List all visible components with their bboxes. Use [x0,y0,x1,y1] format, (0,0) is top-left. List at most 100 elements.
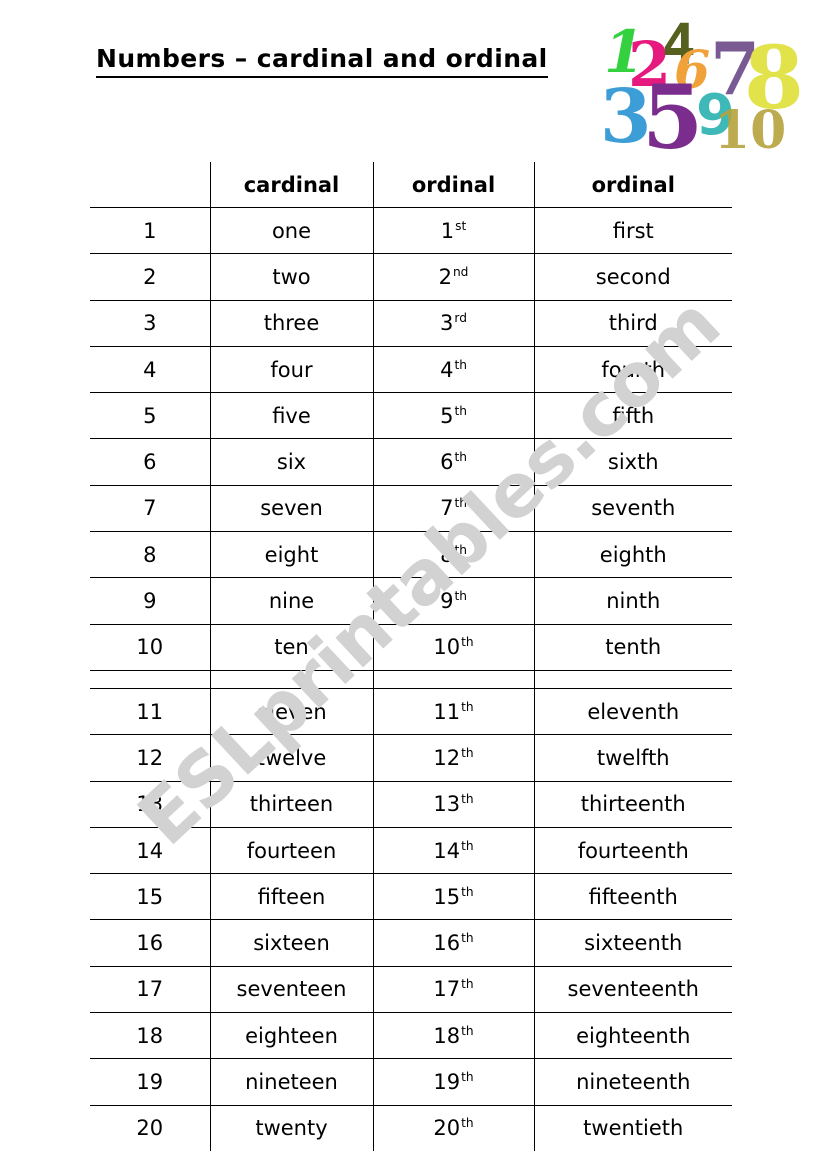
cell-ordinal-numeral: 8th [373,531,535,579]
table-header: cardinal ordinal ordinal [90,162,732,208]
table-row: 4 four 4th fourth [90,346,732,394]
cell-ordinal-word: ninth [534,577,732,625]
ordinal-numeral-base: 12 [433,745,461,770]
ordinal-numeral-base: 19 [433,1069,461,1094]
table-row: 17 seventeen 17th seventeenth [90,966,732,1014]
ordinal-numeral-suffix: th [461,1116,474,1131]
cell-number: 9 [90,577,211,625]
ordinal-numeral-suffix: th [454,542,467,557]
cell-ordinal-numeral: 18th [373,1012,535,1060]
table-row: 2 two 2nd second [90,253,732,301]
ordinal-numeral-base: 10 [433,635,461,660]
ordinal-numeral-suffix: th [454,496,467,511]
ordinal-numeral-suffix: th [461,931,474,946]
table-row: 18 eighteen 18th eighteenth [90,1012,732,1060]
ordinal-numeral-base: 2 [438,264,452,289]
cell-number: 3 [90,300,211,347]
cell-cardinal-word: eighteen [210,1012,374,1060]
cell-ordinal-word: twentieth [583,1116,684,1141]
clipart-number-10: 10 [714,100,786,152]
table-row: 1 one 1st first [90,207,732,255]
ordinal-numeral-base: 13 [433,792,461,817]
cell-ordinal-numeral: 2nd [373,253,535,301]
table-row: 20 twenty 20th twentieth [90,1105,732,1151]
ordinal-numeral-base: 5 [440,403,454,428]
ordinal-numeral-suffix: th [454,589,467,604]
cell-ordinal-word: fourth [534,346,732,394]
cell-ordinal-word: fifteenth [534,873,732,921]
table-row: 8 eight 8th eighth [90,531,732,579]
ordinal-numeral-base: 16 [433,931,461,956]
cell-cardinal-word: three [210,300,374,347]
cell-ordinal-word: sixteenth [534,919,732,967]
cell-ordinal-numeral: 11th [373,688,535,736]
cell-ordinal-word: eighth [534,531,732,579]
ordinal-numeral-suffix: th [454,357,467,372]
cell-ordinal-word: fourteenth [534,827,732,875]
cell-ordinal-numeral: 1st [373,207,535,255]
cell-ordinal-numeral: 13th [373,781,535,828]
ordinal-numeral-suffix: nd [452,264,469,279]
ordinal-numeral-suffix: th [454,450,467,465]
cell-cardinal-word: five [210,392,374,440]
cell-cardinal-word: four [210,346,374,394]
table-row: 14 fourteen 14th fourteenth [90,827,732,875]
cell-ordinal-word: third [534,300,732,347]
cell-cardinal-word: six [210,438,374,486]
cell-ordinal-word: seventeenth [534,966,732,1014]
column-header-number [90,162,211,208]
ordinal-numeral-suffix: th [461,1069,474,1084]
ordinal-numeral-suffix: st [455,218,467,233]
cell-number: 16 [90,919,211,967]
cell-ordinal-numeral: 3rd [373,300,535,347]
header-row: cardinal ordinal ordinal [90,162,732,208]
cell-ordinal-word: nineteenth [534,1058,732,1106]
cell-cardinal-word: ten [210,624,374,671]
spacer-cell [210,670,374,689]
ordinal-numeral-base: 20 [433,1116,461,1141]
ordinal-numeral-base: 17 [433,977,461,1002]
colorful-numbers-clipart: 1 2 4 6 7 8 3 5 9 10 [592,16,808,152]
cell-number: 8 [90,531,211,579]
cell-ordinal-numeral: 12th [373,734,535,782]
cell-cardinal-word: fifteen [210,873,374,921]
cell-ordinal-numeral: 14th [373,827,535,875]
cell-cardinal-word: seventeen [210,966,374,1014]
ordinal-numeral-suffix: th [461,745,474,760]
cell-cardinal-word: nineteen [210,1058,374,1106]
column-header-cardinal: cardinal [210,162,374,208]
spacer-cell [90,670,211,689]
ordinal-numeral-base: 6 [440,450,454,475]
cell-ordinal-word: sixth [534,438,732,486]
cell-number: 15 [90,873,211,921]
table-row: 9 nine 9th ninth [90,577,732,625]
ordinal-numeral-base: 9 [440,589,454,614]
table-row: 15 fifteen 15th fifteenth [90,873,732,921]
cell-ordinal-numeral: 19th [373,1058,535,1106]
table-spacer-row [90,670,732,689]
ordinal-numeral-suffix: th [461,838,474,853]
cell-cardinal-word: nine [210,577,374,625]
cell-ordinal-word: fifth [534,392,732,440]
cell-ordinal-numeral: 20th [373,1105,535,1151]
ordinal-numeral-base: 8 [440,542,454,567]
cell-ordinal-numeral: 17th [373,966,535,1014]
cell-ordinal-numeral: 16th [373,919,535,967]
cell-ordinal-numeral: 9th [373,577,535,625]
cell-number: 1 [90,207,211,255]
ordinal-numeral-base: 1 [440,218,455,243]
cell-ordinal-word: seventh [534,485,732,533]
numbers-table-container: cardinal ordinal ordinal 1 one 1st first 2 tw… [90,162,732,1151]
cell-number: 5 [90,392,211,440]
table-row: 3 three 3rd third [90,300,732,347]
cell-ordinal-numeral: 10th [373,624,535,671]
cell-ordinal-word: eighteenth [534,1012,732,1060]
cell-cardinal-word: seven [210,485,374,533]
cell-ordinal-word: thirteenth [534,781,732,828]
cell-number: 20 [90,1105,211,1151]
cell-number: 18 [90,1012,211,1060]
cell-cardinal-word: eleven [210,688,374,736]
cell-cardinal-word: thirteen [210,781,374,828]
table-row: 5 five 5th fifth [90,392,732,440]
cell-ordinal-word: eleventh [534,688,732,736]
